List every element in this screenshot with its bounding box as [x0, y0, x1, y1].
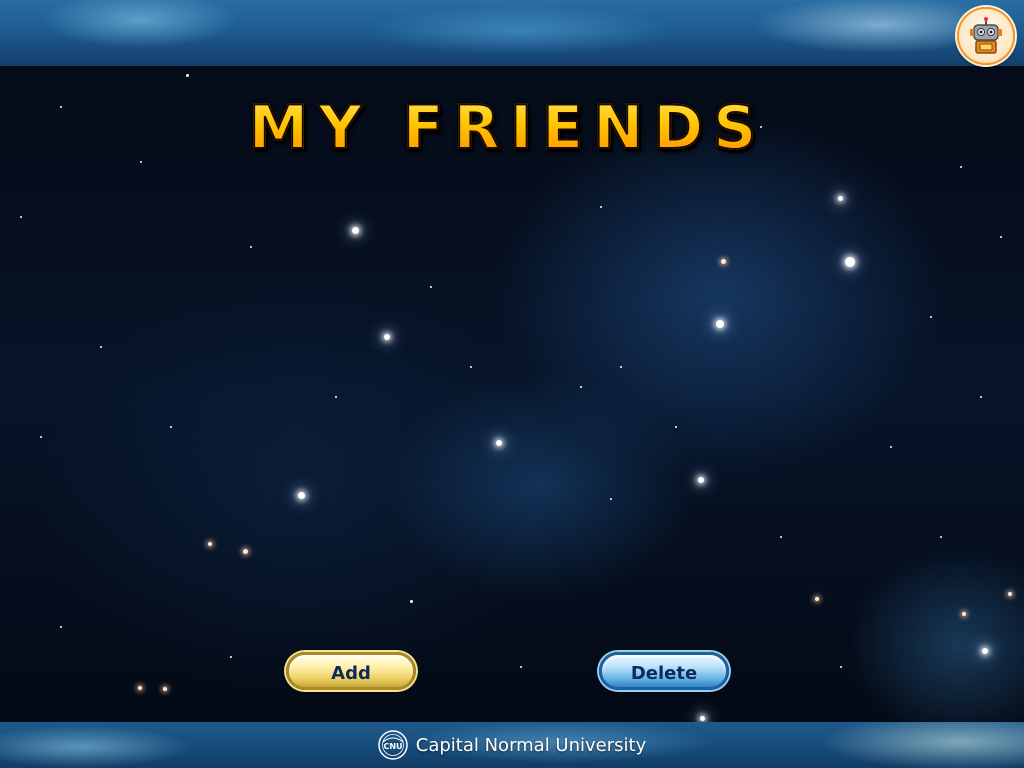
- robot-icon: [970, 17, 1002, 54]
- star: [700, 716, 705, 721]
- star: [1008, 592, 1012, 596]
- seal-text: CNU: [383, 742, 402, 751]
- star: [838, 196, 843, 201]
- star: [962, 612, 966, 616]
- star: [163, 687, 167, 691]
- star: [230, 656, 232, 658]
- star: [60, 106, 62, 108]
- star: [721, 259, 726, 264]
- star: [845, 257, 855, 267]
- university-name: Capital Normal University: [415, 734, 647, 756]
- footer: CNU Capital Normal University: [0, 722, 1024, 768]
- star: [138, 686, 142, 690]
- star: [716, 320, 724, 328]
- star: [430, 286, 432, 288]
- avatar-button[interactable]: [957, 7, 1015, 65]
- star: [620, 366, 622, 368]
- star: [335, 396, 337, 398]
- starfield-background: [0, 66, 1024, 722]
- star: [140, 161, 142, 163]
- delete-button[interactable]: Delete: [599, 652, 729, 690]
- star: [980, 396, 982, 398]
- star: [60, 626, 62, 628]
- star: [930, 316, 932, 318]
- star: [384, 334, 390, 340]
- star: [470, 366, 472, 368]
- university-seal-icon: CNU: [378, 730, 408, 760]
- star: [298, 492, 305, 499]
- star: [496, 440, 502, 446]
- star: [20, 216, 22, 218]
- star: [960, 166, 962, 168]
- star: [243, 549, 248, 554]
- star: [600, 206, 602, 208]
- star: [698, 477, 704, 483]
- star: [610, 498, 612, 500]
- top-banner: [0, 0, 1024, 66]
- app-window: MY FRIENDS Add Delete CNU Capital Normal…: [0, 0, 1024, 768]
- star: [100, 346, 102, 348]
- star: [675, 426, 677, 428]
- star: [890, 446, 892, 448]
- star: [840, 666, 842, 668]
- star: [520, 666, 522, 668]
- star: [940, 536, 942, 538]
- star: [208, 542, 212, 546]
- star: [780, 536, 782, 538]
- star: [815, 597, 819, 601]
- star: [982, 648, 988, 654]
- star: [186, 74, 189, 77]
- add-button[interactable]: Add: [286, 652, 416, 690]
- page-title: MY FRIENDS: [245, 92, 770, 164]
- star: [352, 227, 359, 234]
- star: [40, 436, 42, 438]
- star: [580, 386, 582, 388]
- star: [1000, 236, 1002, 238]
- star: [250, 246, 252, 248]
- star: [170, 426, 172, 428]
- star: [410, 600, 413, 603]
